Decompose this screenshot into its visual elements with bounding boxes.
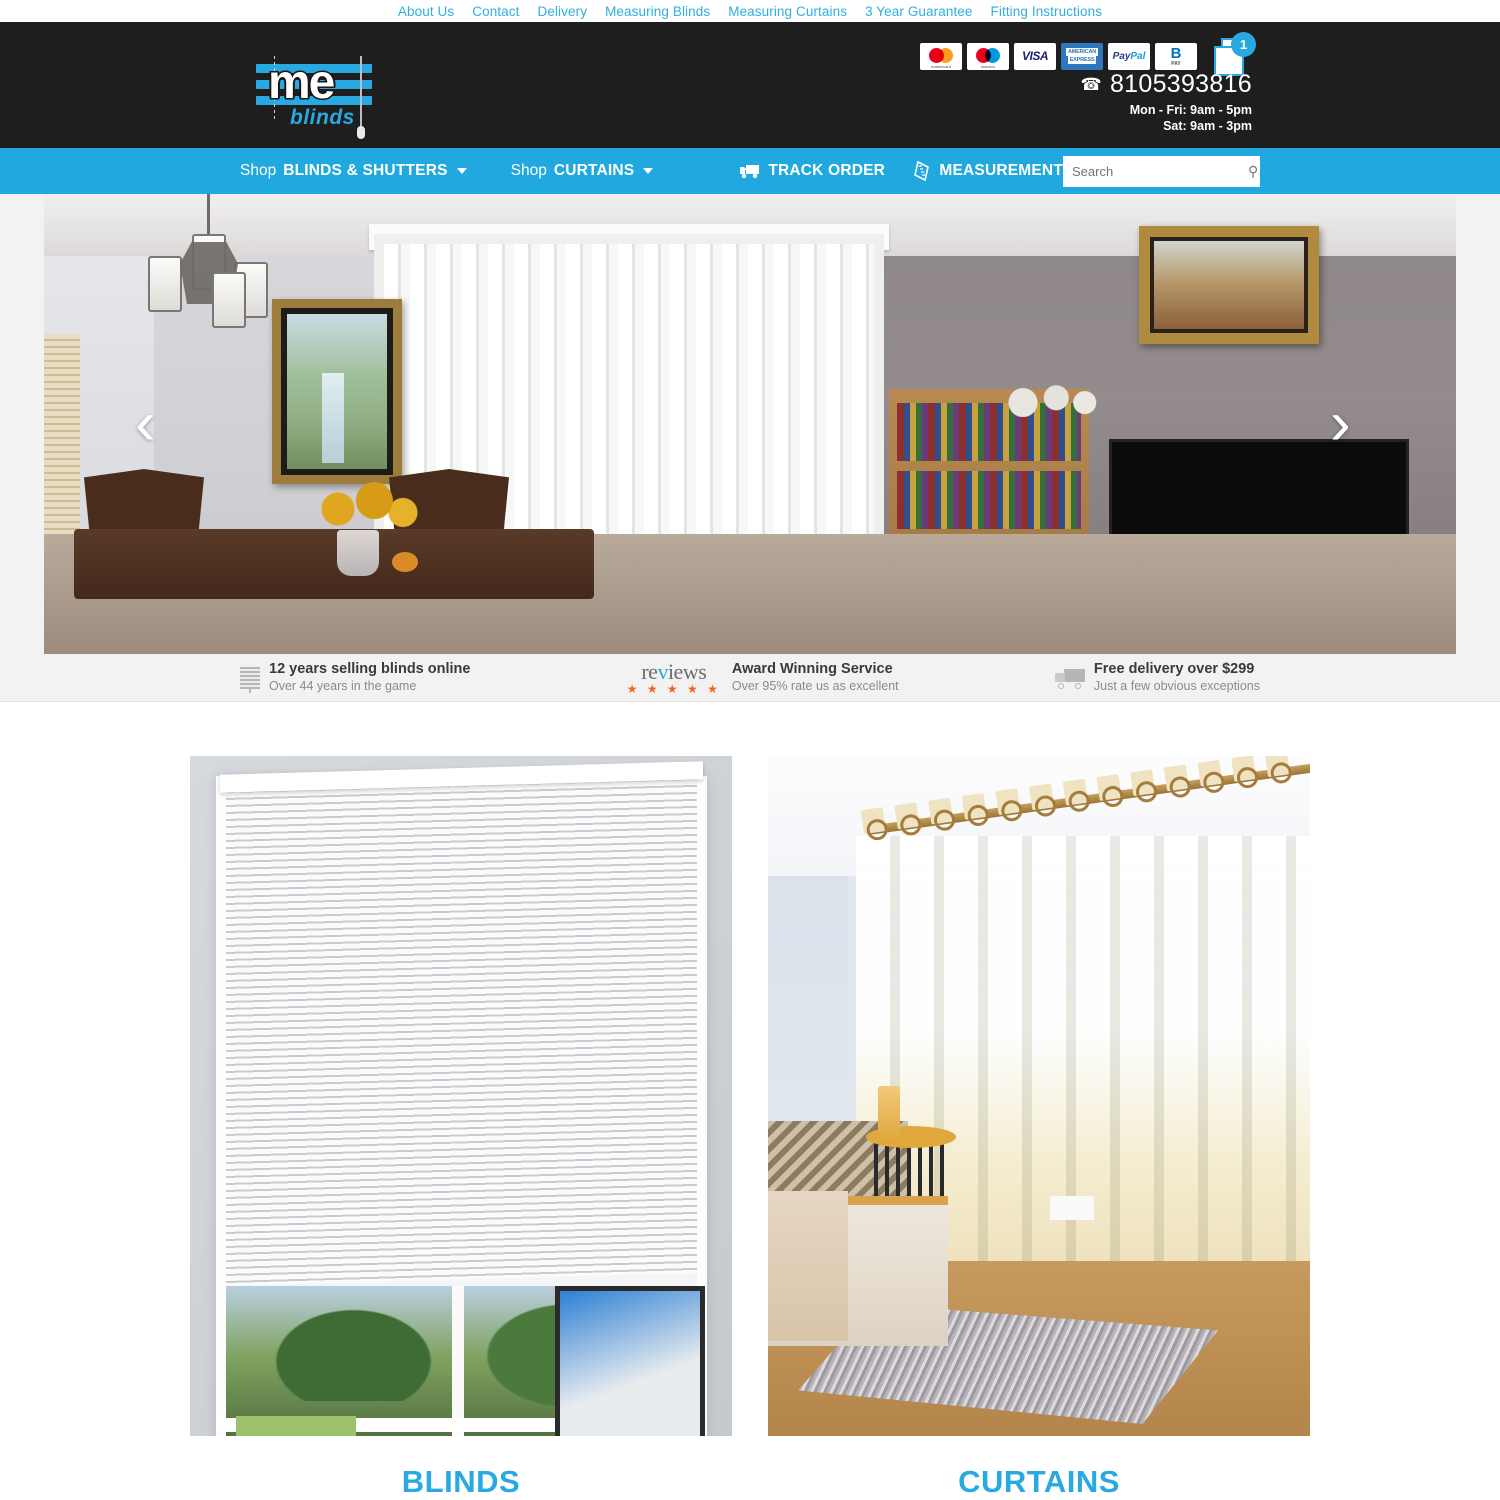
- trust-title: Award Winning Service: [731, 661, 893, 677]
- reviews-logo-part-3: iews: [667, 658, 707, 684]
- topnav-link-fitting-instructions[interactable]: Fitting Instructions: [991, 4, 1103, 19]
- delivery-truck-icon: [739, 163, 761, 179]
- nav-shop-curtains[interactable]: Shop CURTAINS: [511, 162, 654, 180]
- maestro-icon: maestro: [967, 42, 1009, 70]
- phone-number-link[interactable]: ☎ 8105393816: [1080, 70, 1252, 99]
- reviews-logo-part-2: v: [657, 658, 668, 684]
- category-card-curtains[interactable]: CURTAINS Whether plain, textured or patt…: [768, 756, 1310, 1500]
- nav-prefix: Shop: [240, 162, 277, 179]
- topnav-link-delivery[interactable]: Delivery: [538, 4, 588, 19]
- ruler-icon: [914, 161, 932, 181]
- reviews-logo-icon: reviews ★ ★ ★ ★ ★: [626, 658, 721, 696]
- topnav-link-about-us[interactable]: About Us: [398, 4, 454, 19]
- contact-block: ☎ 8105393816 Mon - Fri: 9am - 5pm Sat: 9…: [1080, 70, 1252, 134]
- trust-subtitle: Over 95% rate us as excellent: [731, 679, 899, 693]
- phone-icon: ☎: [1080, 74, 1102, 94]
- category-card-blinds[interactable]: BLINDS Whether plain, textured or patter…: [190, 756, 732, 1500]
- chevron-down-icon: [643, 168, 654, 174]
- topnav-link-3-year-guarantee[interactable]: 3 Year Guarantee: [865, 4, 972, 19]
- cart-count-badge: 1: [1231, 32, 1256, 57]
- nav-prefix: Shop: [510, 162, 547, 179]
- paypal-icon: Pay Pal: [1108, 42, 1150, 70]
- trust-subtitle: Over 44 years in the game: [269, 679, 417, 693]
- carousel-prev-arrow[interactable]: ‹: [135, 393, 156, 455]
- hero-slide-image: [44, 194, 1456, 654]
- site-header: me blinds mastercard maestro VISA AMERIC…: [0, 22, 1500, 148]
- search-box[interactable]: ⚲: [1063, 155, 1260, 187]
- search-input[interactable]: [1072, 163, 1248, 179]
- opening-hours-saturday: Sat: 9am - 3pm: [1163, 119, 1252, 133]
- visa-icon: VISA: [1014, 42, 1056, 70]
- topnav-link-measuring-blinds[interactable]: Measuring Blinds: [605, 4, 710, 19]
- nav-measurement[interactable]: MEASUREMENT: [914, 161, 1063, 181]
- chevron-down-icon: [456, 168, 467, 174]
- category-image-blinds[interactable]: [190, 756, 732, 1436]
- opening-hours-weekday: Mon - Fri: 9am - 5pm: [1129, 103, 1252, 117]
- nav-track-order[interactable]: TRACK ORDER: [739, 162, 885, 180]
- trust-item-free-delivery: Free delivery over $299 Just a few obvio…: [1054, 661, 1260, 694]
- category-title-blinds: BLINDS: [401, 1464, 521, 1499]
- hero-carousel: ‹ ›: [0, 194, 1500, 654]
- nav-label: BLINDS & SHUTTERS: [283, 162, 448, 179]
- nav-label: MEASUREMENT: [939, 162, 1063, 179]
- main-navigation: Shop BLINDS & SHUTTERS Shop CURTAINS TRA…: [0, 148, 1500, 194]
- site-logo[interactable]: me blinds: [250, 48, 382, 139]
- category-image-curtains[interactable]: [768, 756, 1310, 1436]
- trust-bar: 12 years selling blinds online Over 44 y…: [0, 654, 1500, 702]
- top-utility-bar: About Us Contact Delivery Measuring Blin…: [0, 0, 1500, 22]
- trust-item-years-selling: 12 years selling blinds online Over 44 y…: [240, 661, 470, 694]
- trust-title: 12 years selling blinds online: [269, 661, 471, 677]
- logo-subtext: blinds: [290, 106, 355, 129]
- trust-subtitle: Just a few obvious exceptions: [1093, 679, 1260, 693]
- logo-wordmark: me: [266, 56, 336, 109]
- phone-number: 8105393816: [1109, 70, 1252, 98]
- carousel-next-arrow[interactable]: ›: [1330, 393, 1351, 455]
- amex-icon: AMERICAN EXPRESS: [1061, 42, 1103, 70]
- topnav-link-contact[interactable]: Contact: [472, 4, 519, 19]
- mastercard-icon: mastercard: [920, 42, 962, 70]
- delivery-truck-icon: [1054, 667, 1085, 689]
- nav-shop-blinds-shutters[interactable]: Shop BLINDS & SHUTTERS: [240, 162, 467, 180]
- trust-title: Free delivery over $299: [1093, 661, 1255, 677]
- nav-label: CURTAINS: [553, 162, 635, 179]
- blind-slats-icon: [240, 666, 260, 693]
- category-title-curtains: CURTAINS: [958, 1464, 1120, 1499]
- star-rating-icon: ★ ★ ★ ★ ★: [626, 681, 721, 696]
- logo-cord-right-icon: [357, 56, 365, 139]
- topnav-link-measuring-curtains[interactable]: Measuring Curtains: [728, 4, 847, 19]
- bpay-icon: B PAY: [1155, 42, 1197, 70]
- search-icon[interactable]: ⚲: [1248, 163, 1258, 180]
- trust-item-award-winning: reviews ★ ★ ★ ★ ★ Award Winning Service …: [626, 658, 899, 696]
- reviews-logo-part-1: re: [641, 658, 658, 684]
- nav-label: TRACK ORDER: [768, 162, 886, 179]
- category-tiles: BLINDS Whether plain, textured or patter…: [190, 702, 1310, 1500]
